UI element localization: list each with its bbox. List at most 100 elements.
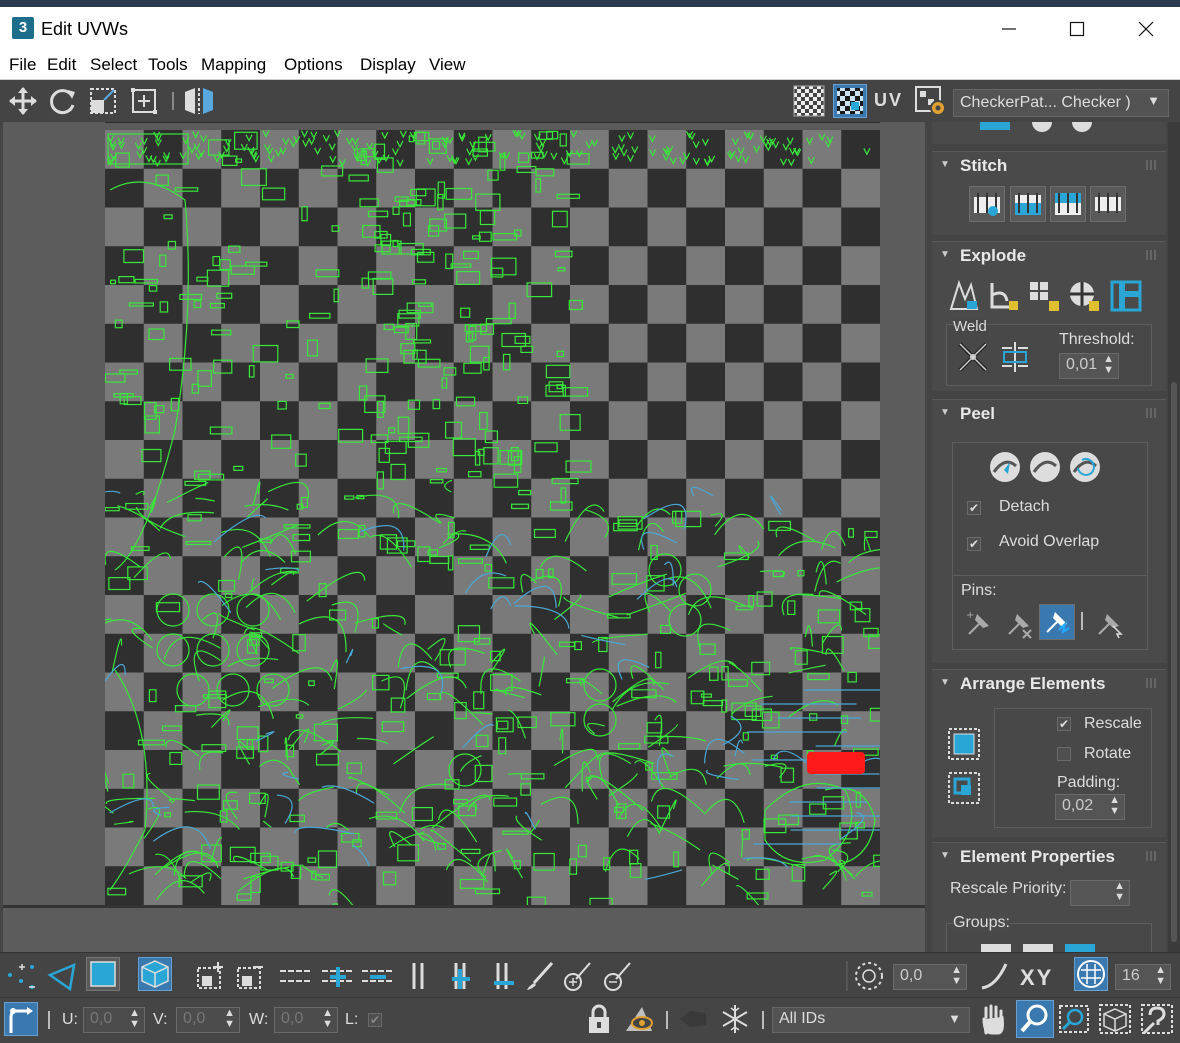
show-map-icon[interactable] [792, 84, 826, 118]
v-spinner[interactable]: 0,0 ▲ ▼ [176, 1007, 240, 1033]
menu-tools[interactable]: Tools [148, 55, 188, 75]
menu-display[interactable]: Display [360, 55, 416, 75]
spinner-arrows-icon[interactable]: ▲ ▼ [224, 1008, 235, 1030]
soft-selection-icon[interactable] [852, 959, 886, 993]
material-ids-dropdown[interactable]: All IDs ▼ [772, 1007, 970, 1033]
menu-edit[interactable]: Edit [47, 55, 76, 75]
maximize-icon[interactable] [1043, 7, 1111, 51]
paint-grow-icon[interactable] [562, 959, 596, 993]
element-mode-icon[interactable] [138, 957, 172, 991]
peel-reset-icon[interactable] [1067, 449, 1103, 485]
edit-pins-icon[interactable]: + [961, 606, 997, 642]
lock-l-checkbox[interactable]: ✔ [368, 1013, 382, 1027]
flatten-by-polygon-icon[interactable] [1026, 278, 1062, 314]
select-pinned-icon[interactable] [1091, 606, 1127, 642]
zoom-region-icon[interactable] [1057, 1002, 1091, 1036]
grid-size-spinner[interactable]: 16 ▲ ▼ [1115, 964, 1171, 990]
zoom-icon[interactable] [1016, 1000, 1054, 1038]
pack-normalize-icon[interactable] [946, 726, 982, 762]
grip-icon[interactable] [1146, 408, 1156, 418]
grip-icon[interactable] [1146, 250, 1156, 260]
auto-pin-icon[interactable] [1039, 604, 1075, 640]
paint-shrink-icon[interactable] [602, 959, 636, 993]
avoid-overlap-checkbox[interactable]: ✔ [967, 537, 981, 551]
break-icon[interactable] [946, 278, 982, 314]
spinner-arrows-icon[interactable]: ▲ ▼ [129, 1008, 140, 1030]
delete-pins-icon[interactable] [1001, 606, 1037, 642]
close-icon[interactable] [1112, 7, 1180, 51]
rescale-priority-spinner[interactable]: ▲ ▼ [1070, 880, 1130, 906]
detach-edge-icon[interactable] [986, 278, 1022, 314]
grid-snap-icon[interactable] [1074, 957, 1108, 991]
absolute-offset-icon[interactable] [4, 1002, 38, 1036]
soft-selection-spinner[interactable]: 0,0 ▲ ▼ [893, 964, 967, 990]
quick-peel-icon[interactable] [987, 449, 1023, 485]
minimize-icon[interactable] [975, 7, 1043, 51]
rotate-checkbox[interactable] [1057, 747, 1071, 761]
snowflake-icon[interactable] [718, 1002, 752, 1036]
vertex-mode-icon[interactable] [4, 959, 38, 993]
arrange-elements-rollout-header[interactable]: ▼ Arrange Elements [932, 670, 1166, 696]
u-spinner[interactable]: 0,0 ▲ ▼ [83, 1007, 145, 1033]
weld-selected-icon[interactable] [955, 339, 991, 375]
spinner-arrows-icon[interactable]: ▲ ▼ [1155, 965, 1166, 987]
element-properties-rollout-header[interactable]: ▼ Element Properties [932, 843, 1166, 869]
uv-label[interactable]: UV [874, 90, 903, 111]
peel-rollout-header[interactable]: ▼ Peel [932, 400, 1166, 426]
spinner-arrows-icon[interactable]: ▲ ▼ [1114, 881, 1125, 903]
menu-select[interactable]: Select [90, 55, 137, 75]
xy-label[interactable]: XY [1020, 965, 1053, 991]
stitch-to-source-icon[interactable] [1090, 186, 1126, 222]
rescale-checkbox[interactable]: ✔ [1057, 717, 1071, 731]
ring-shrink-icon[interactable] [488, 959, 522, 993]
loop-select-icon[interactable] [278, 959, 312, 993]
checker-dropdown[interactable]: CheckerPat... Checker ) ▼ [953, 89, 1169, 117]
detach-checkbox[interactable]: ✔ [967, 501, 981, 515]
hide-icon[interactable] [622, 1002, 656, 1036]
grip-icon[interactable] [1146, 851, 1156, 861]
stitch-rollout-header[interactable]: ▼ Stitch [932, 152, 1166, 178]
menu-mapping[interactable]: Mapping [201, 55, 266, 75]
scale-icon[interactable] [86, 84, 120, 118]
paint-select-icon[interactable] [524, 959, 558, 993]
freeform-icon[interactable] [127, 84, 161, 118]
menu-options[interactable]: Options [284, 55, 343, 75]
ring-grow-icon[interactable] [446, 959, 480, 993]
scrollbar-thumb[interactable] [1171, 382, 1177, 942]
grip-icon[interactable] [1146, 678, 1156, 688]
padding-spinner[interactable]: 0,02 ▲ ▼ [1055, 794, 1125, 820]
spinner-arrows-icon[interactable]: ▲ ▼ [951, 965, 962, 987]
shrink-selection-icon[interactable] [234, 959, 268, 993]
stitch-average-icon[interactable] [1050, 186, 1086, 222]
side-panel-scrollbar[interactable] [1168, 122, 1180, 952]
help-icon[interactable] [1140, 1002, 1174, 1036]
polygon-mode-icon[interactable] [86, 957, 120, 991]
falloff-curve-icon[interactable] [978, 959, 1012, 993]
menu-view[interactable]: View [429, 55, 466, 75]
threshold-spinner[interactable]: 0,01 ▲ ▼ [1059, 353, 1119, 379]
loop-shrink-icon[interactable] [360, 959, 394, 993]
ring-select-icon[interactable] [402, 959, 436, 993]
map-settings-icon[interactable] [914, 84, 948, 118]
flatten-by-smoothing-icon[interactable] [1066, 278, 1102, 314]
uv-editor-canvas[interactable] [105, 130, 880, 905]
weld-all-selected-icon[interactable] [997, 339, 1033, 375]
pack-custom-icon[interactable] [946, 770, 982, 806]
grow-selection-icon[interactable] [194, 959, 228, 993]
zoom-extents-icon[interactable] [1098, 1002, 1132, 1036]
move-icon[interactable] [6, 84, 40, 118]
spinner-arrows-icon[interactable]: ▲ ▼ [322, 1008, 333, 1030]
w-spinner[interactable]: 0,0 ▲ ▼ [274, 1007, 338, 1033]
checker-map-icon[interactable] [833, 84, 867, 118]
pan-hand-icon[interactable] [976, 1002, 1010, 1036]
spinner-arrows-icon[interactable]: ▲ ▼ [1109, 795, 1120, 817]
rotate-icon[interactable] [46, 84, 80, 118]
lock-icon[interactable] [582, 1002, 616, 1036]
grip-icon[interactable] [1146, 160, 1156, 170]
mirror-icon[interactable] [181, 84, 215, 118]
spinner-arrows-icon[interactable]: ▲ ▼ [1103, 354, 1114, 376]
explode-rollout-header[interactable]: ▼ Explode [932, 242, 1166, 268]
menu-file[interactable]: File [9, 55, 36, 75]
loop-grow-icon[interactable] [320, 959, 354, 993]
flatten-by-material-icon[interactable] [1108, 278, 1144, 314]
